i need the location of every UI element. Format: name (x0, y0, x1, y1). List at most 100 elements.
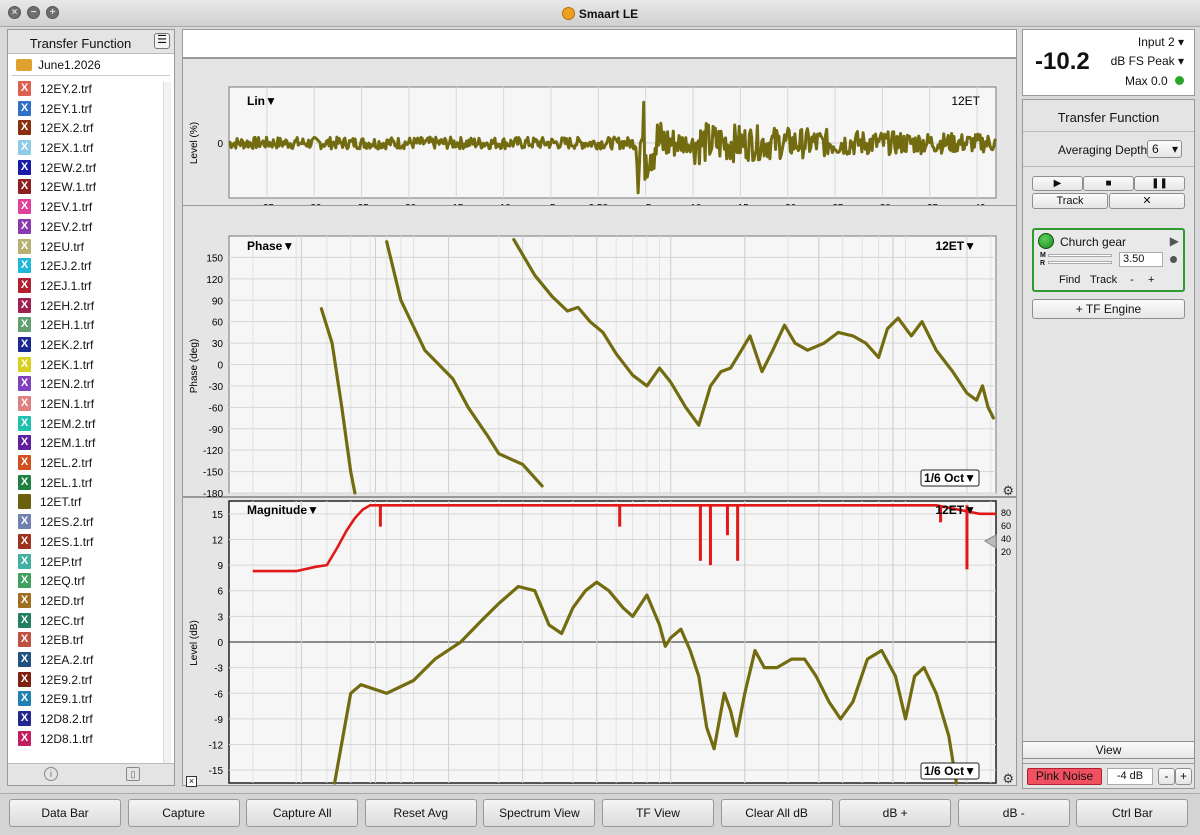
gear-icon[interactable]: ⚙ (1002, 771, 1014, 787)
level-plus-button[interactable]: + (1175, 768, 1192, 785)
level-minus-button[interactable]: - (1158, 768, 1175, 785)
file-list-item[interactable]: X 12EC.trf (12, 611, 162, 631)
control-bar-button[interactable]: TF View (602, 799, 714, 827)
file-list-item[interactable]: X 12EY.2.trf (12, 79, 162, 99)
track-button[interactable]: Track (1032, 193, 1108, 209)
smoothing-select: 1/6 Oct▼ (924, 471, 976, 485)
file-list-item[interactable]: X 12EX.2.trf (12, 118, 162, 138)
tf-engine-button[interactable]: + TF Engine (1032, 299, 1185, 319)
file-list-item[interactable]: X 12EK.1.trf (12, 355, 162, 375)
y-tick-label: 0 (217, 638, 223, 649)
file-list-scrollbar[interactable] (163, 82, 171, 764)
control-bar-button[interactable]: Reset Avg (364, 799, 477, 827)
file-list-item[interactable]: X 12EM.1.trf (12, 433, 162, 453)
file-list-item[interactable]: X 12E9.2.trf (12, 670, 162, 690)
input-select[interactable]: Input 2 ▾ (1138, 35, 1184, 49)
file-name: 12EV.1.trf (40, 200, 93, 215)
measurement-on-icon[interactable] (1038, 233, 1054, 249)
file-list-item[interactable]: X 12EK.2.trf (12, 335, 162, 355)
file-list-item[interactable]: X 12EY.1.trf (12, 99, 162, 119)
close-plot-icon[interactable]: × (186, 776, 197, 787)
control-bar-button[interactable]: Capture All (246, 799, 359, 827)
tools-icon[interactable]: ✕ (1109, 193, 1185, 209)
y-tick-label: 0 (217, 361, 223, 372)
trash-icon[interactable]: ▯ (126, 767, 140, 781)
generator-bar: Pink Noise -4 dB - + (1022, 763, 1195, 789)
trf-file-icon: X (18, 592, 31, 608)
file-list-item[interactable]: 12ET.trf (12, 492, 162, 513)
file-name: 12ES.2.trf (40, 515, 94, 530)
control-bar-button[interactable]: dB + (839, 799, 952, 827)
trace-label: 12ET▼ (935, 503, 976, 517)
phase-plot[interactable]: 1501209060300-30-60-90-120-150-18031.563… (182, 205, 1017, 498)
file-list-item[interactable]: X 12EU.trf (12, 237, 162, 257)
trf-file-icon: X (18, 120, 31, 136)
file-name: 12EX.1.trf (40, 141, 94, 156)
file-list-item[interactable]: X 12EN.1.trf (12, 394, 162, 414)
delay-minus-button[interactable]: - (1130, 274, 1134, 286)
find-button[interactable]: Find (1059, 274, 1080, 286)
file-list-item[interactable]: X 12D8.1.trf (12, 729, 162, 749)
file-list-item[interactable]: X 12EP.trf (12, 552, 162, 572)
file-list-item[interactable]: X 12EL.2.trf (12, 453, 162, 473)
control-bar-button[interactable]: Ctrl Bar (1076, 799, 1189, 827)
file-list-item[interactable]: X 12EJ.2.trf (12, 256, 162, 276)
stop-button[interactable]: ■ (1083, 176, 1134, 191)
file-list-item[interactable]: X 12EM.2.trf (12, 414, 162, 434)
file-list-item[interactable]: X 12EX.1.trf (12, 138, 162, 158)
trf-file-icon: X (18, 671, 31, 687)
file-list-item[interactable]: X 12EJ.1.trf (12, 276, 162, 296)
averaging-depth-select[interactable]: 6 ▾ (1147, 140, 1182, 158)
file-name: 12EY.1.trf (40, 101, 92, 116)
file-list-item[interactable]: X 12EL.1.trf (12, 473, 162, 493)
file-name: 12EY.2.trf (40, 82, 92, 96)
file-name: 12EH.1.trf (40, 318, 95, 333)
pause-button[interactable]: ❚❚ (1134, 176, 1185, 191)
control-bar-button[interactable]: Clear All dB (720, 799, 833, 827)
trf-file-icon: X (18, 474, 31, 490)
pink-noise-button[interactable]: Pink Noise (1027, 768, 1102, 785)
file-list-item[interactable]: X 12EB.trf (12, 630, 162, 650)
folder-row[interactable]: June1.2026 (12, 54, 170, 76)
file-list-item[interactable]: X 12EV.1.trf (12, 197, 162, 217)
play-button[interactable]: ▶ (1032, 176, 1083, 191)
y-tick-label: 30 (212, 339, 224, 350)
file-list-item[interactable]: X 12E9.1.trf (12, 689, 162, 709)
file-list-item[interactable]: X 12EQ.trf (12, 571, 162, 591)
coherence-tick-label: 40 (1001, 534, 1011, 544)
file-name: 12EN.1.trf (40, 397, 95, 411)
delay-field[interactable]: 3.50 (1119, 252, 1163, 267)
meter-mode-select[interactable]: dB FS Peak ▾ (1111, 54, 1184, 68)
delay-plus-button[interactable]: + (1148, 274, 1154, 286)
trf-file-icon: X (18, 573, 31, 589)
file-name: 12EQ.trf (40, 574, 85, 589)
play-arrow-icon[interactable]: ▶ (1170, 234, 1179, 248)
view-button[interactable]: View (1022, 741, 1195, 759)
file-name: 12EU.trf (40, 239, 85, 254)
tf-control-panel: Transfer Function Averaging Depth: 6 ▾ ▶… (1022, 99, 1195, 765)
generator-level-field[interactable]: -4 dB (1107, 768, 1153, 785)
menu-icon[interactable]: ☰ (154, 33, 170, 49)
info-icon[interactable]: i (44, 767, 58, 781)
control-bar-button[interactable]: Spectrum View (483, 799, 596, 827)
file-list-item[interactable]: X 12EH.1.trf (12, 315, 162, 335)
control-bar-button[interactable]: Capture (127, 799, 240, 827)
magnitude-plot[interactable]: 15129630-3-6-9-12-1531.5631252505001k2k4… (182, 497, 1017, 787)
file-list-item[interactable]: X 12ES.2.trf (12, 512, 162, 532)
coherence-tick-label: 60 (1001, 521, 1011, 531)
track-link[interactable]: Track (1090, 274, 1117, 286)
file-list-item[interactable]: X 12EW.1.trf (12, 177, 162, 197)
y-tick-label: 9 (217, 561, 223, 572)
file-list-item[interactable]: X 12EA.2.trf (12, 650, 162, 670)
measurement-card[interactable]: Church gear ▶ MR 3.50 Find Track - + (1032, 228, 1185, 292)
file-list-item[interactable]: X 12D8.2.trf (12, 709, 162, 729)
file-list-item[interactable]: X 12EH.2.trf (12, 296, 162, 316)
y-tick-label: -30 (209, 382, 224, 393)
control-bar-button[interactable]: dB - (957, 799, 1070, 827)
file-list-item[interactable]: X 12EV.2.trf (12, 217, 162, 237)
file-list-item[interactable]: X 12ED.trf (12, 591, 162, 611)
control-bar-button[interactable]: Data Bar (9, 799, 121, 827)
file-list-item[interactable]: X 12EW.2.trf (12, 158, 162, 178)
file-list-item[interactable]: X 12EN.2.trf (12, 374, 162, 394)
file-list-item[interactable]: X 12ES.1.trf (12, 532, 162, 552)
